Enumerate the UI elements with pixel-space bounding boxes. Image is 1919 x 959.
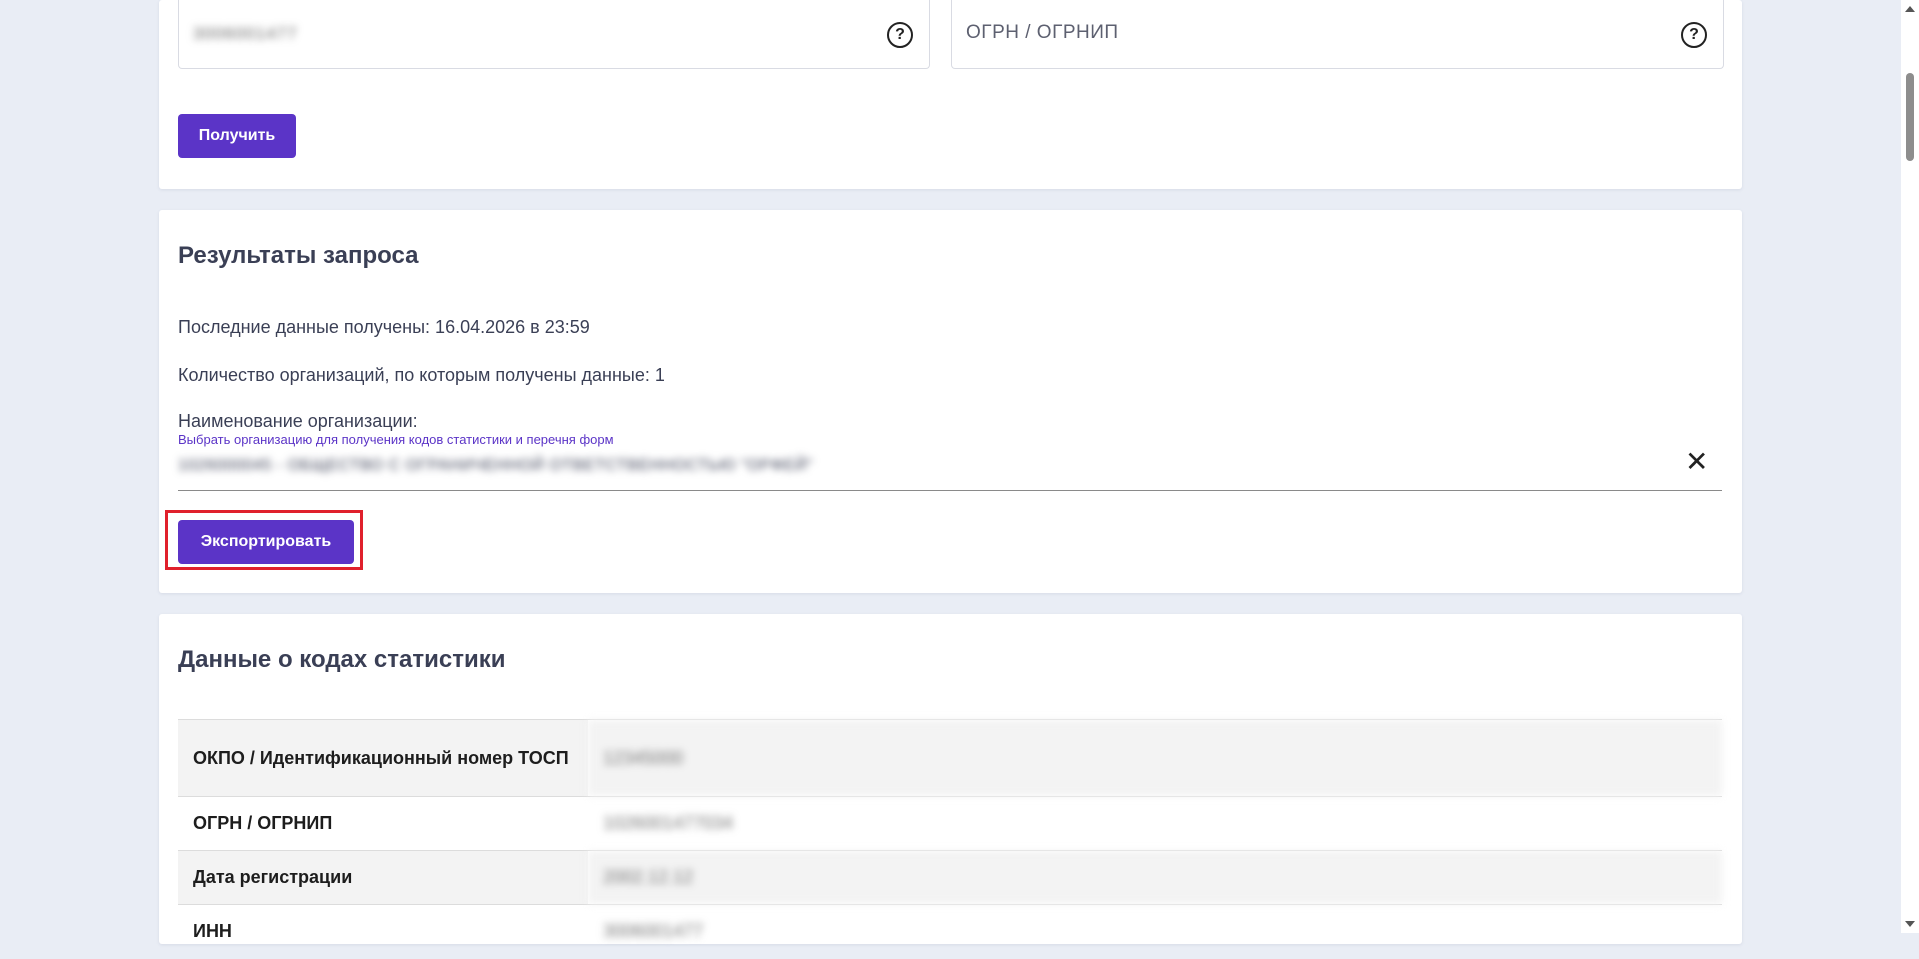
codes-table: ОКПО / Идентификационный номер ТОСП 1234…	[178, 719, 1722, 959]
row-label: Дата регистрации	[178, 850, 588, 905]
ogrn-field[interactable]: ОГРН / ОГРНИП ?	[951, 0, 1724, 69]
org-select-underline	[178, 490, 1722, 491]
row-value: 2002.12.12	[588, 850, 1722, 905]
request-form-card: 3006001477 ? ОГРН / ОГРНИП ? Получить	[159, 0, 1742, 189]
row-value: 1026001477034	[588, 796, 1722, 851]
scroll-down-arrow-icon[interactable]	[1905, 921, 1915, 927]
org-select-value[interactable]: 1026000045 - ОБЩЕСТВО С ОГРАНИЧЕННОЙ ОТВ…	[178, 457, 813, 475]
last-received-text: Последние данные получены: 16.04.2026 в …	[178, 317, 590, 337]
ogrn-placeholder: ОГРН / ОГРНИП	[966, 22, 1119, 43]
results-card: Результаты запроса Последние данные полу…	[159, 210, 1742, 593]
table-row: Дата регистрации 2002.12.12	[178, 850, 1722, 905]
export-highlight-frame	[165, 510, 363, 570]
table-row: ОКПО / Идентификационный номер ТОСП 1234…	[178, 719, 1722, 797]
org-name-label: Наименование организации:	[178, 411, 418, 431]
results-title: Результаты запроса	[178, 242, 419, 269]
close-icon[interactable]: ✕	[1685, 448, 1708, 476]
inn-field[interactable]: 3006001477 ?	[178, 0, 930, 69]
row-value: 3006001477	[588, 904, 1722, 959]
scrollbar-thumb[interactable]	[1906, 73, 1914, 161]
table-row: ОГРН / ОГРНИП 1026001477034	[178, 796, 1722, 851]
org-select-hint: Выбрать организацию для получения кодов …	[178, 432, 614, 447]
help-icon[interactable]: ?	[1681, 22, 1707, 48]
org-count-text: Количество организаций, по которым получ…	[178, 365, 665, 385]
row-label: ОГРН / ОГРНИП	[178, 796, 588, 851]
scroll-up-arrow-icon[interactable]	[1905, 6, 1915, 12]
codes-card: Данные о кодах статистики ОКПО / Идентиф…	[159, 614, 1742, 959]
inn-value: 3006001477	[193, 24, 298, 43]
table-row: ИНН 3006001477	[178, 904, 1722, 959]
row-value: 12345000	[588, 719, 1722, 797]
get-button[interactable]: Получить	[178, 114, 296, 158]
help-icon[interactable]: ?	[887, 22, 913, 48]
codes-title: Данные о кодах статистики	[178, 646, 506, 673]
row-label: ОКПО / Идентификационный номер ТОСП	[178, 719, 588, 797]
page-scrollbar[interactable]	[1901, 0, 1919, 933]
row-label: ИНН	[178, 904, 588, 959]
